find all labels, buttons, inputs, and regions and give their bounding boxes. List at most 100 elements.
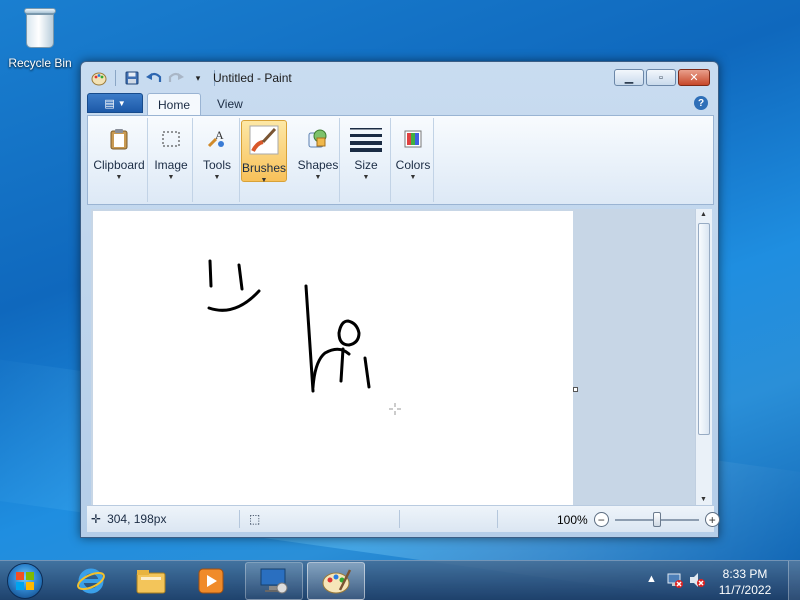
clock[interactable]: 8:33 PM 11/7/2022 [710,566,780,598]
drawing-canvas[interactable] [93,211,573,505]
clock-date: 11/7/2022 [718,583,772,597]
canvas-area [91,209,695,505]
chevron-down-icon: ▼ [314,174,322,181]
shapes-label: Shapes [297,158,339,172]
close-button[interactable]: ✕ [678,69,710,86]
title-bar[interactable]: ▾ Untitled - Paint ▁ ▫ ✕ [81,62,718,92]
zoom-level: 100% [557,512,588,527]
paint-window: ▾ Untitled - Paint ▁ ▫ ✕ ▤ ▼ Home View ? … [80,61,720,538]
selection-size: ⬚ [249,512,260,526]
image-button[interactable]: Image ▼ [151,120,191,182]
paint-app-icon[interactable] [89,69,109,87]
recycle-bin-icon [22,6,58,50]
scroll-down-icon[interactable]: ▼ [700,496,707,503]
chevron-down-icon: ▼ [260,177,268,184]
media-player-icon [198,568,224,594]
save-icon[interactable] [122,69,142,87]
show-desktop-button[interactable] [788,561,800,600]
select-icon [155,125,187,152]
group-shapes: Shapes ▼ [296,118,340,202]
taskbar-windows-explorer[interactable] [122,562,180,600]
window-controls: ▁ ▫ ✕ [614,69,710,86]
paint-icon [322,569,352,594]
zoom-in-button[interactable]: + [704,512,720,527]
group-image: Image ▼ [149,118,193,202]
undo-icon[interactable] [144,69,164,87]
customize-qat-icon[interactable]: ▾ [188,69,208,87]
scroll-thumb[interactable] [698,223,710,435]
colors-label: Colors [395,158,431,172]
group-colors: Colors ▼ [392,118,434,202]
ribbon-home: Clipboard ▼ Image ▼ A Tools ▼ Brushes ▼ … [87,115,714,205]
paint-menu-icon: ▤ [104,97,115,110]
size-button[interactable]: Size ▼ [343,120,389,182]
recycle-bin-shortcut[interactable]: Recycle Bin [6,6,74,70]
crosshair-icon: ✛ [91,512,102,526]
chevron-down-icon: ▼ [409,174,417,181]
shapes-button[interactable]: Shapes ▼ [298,120,338,182]
taskbar-internet-explorer[interactable] [62,562,120,600]
maximize-icon: ▫ [659,71,663,84]
selection-size-icon: ⬚ [249,512,261,526]
group-clipboard: Clipboard ▼ [90,118,148,202]
chevron-down-icon: ▼ [213,174,221,181]
canvas-resize-handle[interactable] [573,387,578,392]
tab-home[interactable]: Home [147,93,202,115]
windows-logo-icon [16,572,34,590]
zoom-out-button[interactable]: − [593,512,609,527]
help-icon[interactable]: ? [694,96,708,110]
status-bar: ✛ 304, 198px ⬚ 100% − + [87,505,720,532]
tools-icon: A [201,125,233,152]
zoom-slider[interactable] [614,511,699,527]
window-title: Untitled - Paint [213,71,292,85]
scroll-up-icon[interactable]: ▲ [700,211,707,218]
volume-muted-icon[interactable] [688,571,706,592]
colors-button[interactable]: Colors ▼ [394,120,432,182]
zoom-control: 100% − + [557,511,720,527]
maximize-button[interactable]: ▫ [646,69,676,86]
group-brushes: Brushes ▼ [241,118,291,202]
shapes-icon [302,125,334,152]
taskbar-paint[interactable] [307,562,365,600]
tab-home-label: Home [158,97,191,112]
windows-explorer-icon [136,570,166,594]
tools-button[interactable]: A Tools ▼ [196,120,238,182]
network-icon[interactable] [666,571,684,592]
taskbar-remote-desktop[interactable] [245,562,303,600]
canvas-drawing [207,259,401,415]
ribbon-tabs: ▤ ▼ Home View ? [87,91,712,115]
quick-access-toolbar: ▾ [89,69,219,87]
tools-label: Tools [202,158,231,172]
start-button[interactable] [7,563,43,599]
clipboard-icon [103,125,135,152]
taskbar: ▲ 8:33 PM 11/7/2022 [0,560,800,600]
minimize-button[interactable]: ▁ [614,69,644,86]
tab-view[interactable]: View [207,93,253,115]
show-hidden-icons-icon[interactable]: ▲ [646,573,657,585]
clock-time: 8:33 PM [722,567,768,581]
taskbar-media-player[interactable] [182,562,240,600]
colors-icon [397,125,429,152]
tab-view-label: View [217,97,243,111]
redo-icon[interactable] [166,69,186,87]
chevron-down-icon: ▼ [167,174,175,181]
size-icon [350,125,382,152]
chevron-down-icon: ▼ [362,174,370,181]
internet-explorer-icon [77,568,105,594]
chevron-down-icon: ▼ [115,174,123,181]
vertical-scrollbar[interactable]: ▲ ▼ [695,209,712,505]
zoom-slider-knob[interactable] [652,511,661,527]
paint-menu-button[interactable]: ▤ ▼ [87,93,143,113]
minimize-icon: ▁ [624,72,634,84]
clipboard-button[interactable]: Clipboard ▼ [92,120,146,182]
recycle-bin-label: Recycle Bin [8,56,72,70]
brushes-button[interactable]: Brushes ▼ [241,120,287,184]
cursor-position: ✛ 304, 198px [91,512,166,526]
brushes-label: Brushes [241,161,287,175]
size-label: Size [354,158,378,172]
group-size: Size ▼ [341,118,391,202]
group-tools: A Tools ▼ [194,118,240,202]
cursor-position-text: 304, 198px [107,512,167,526]
close-icon: ✕ [689,72,699,84]
clipboard-label: Clipboard [93,158,145,172]
